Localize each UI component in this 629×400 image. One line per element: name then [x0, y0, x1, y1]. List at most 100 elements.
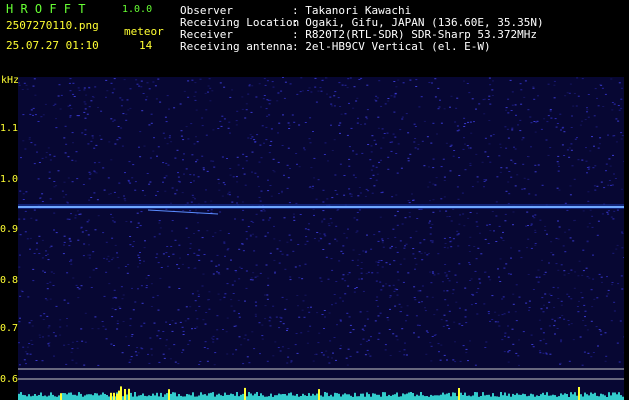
noise-pixel — [426, 331, 429, 333]
noise-pixel — [371, 192, 374, 194]
noise-pixel — [224, 184, 226, 186]
noise-pixel — [607, 184, 610, 186]
noise-pixel — [207, 210, 210, 212]
noise-pixel — [491, 211, 494, 212]
noise-pixel — [581, 120, 583, 122]
noise-pixel — [347, 228, 349, 230]
noise-pixel — [129, 244, 132, 246]
noise-pixel — [553, 306, 555, 308]
noise-pixel — [378, 231, 381, 233]
noise-pixel — [20, 157, 22, 159]
noise-pixel — [548, 325, 551, 327]
noise-pixel — [232, 353, 234, 355]
noise-pixel — [440, 122, 443, 124]
level-bar-segment — [342, 394, 344, 400]
level-bar-segment — [206, 395, 208, 400]
level-bar-segment — [304, 395, 306, 400]
noise-pixel — [309, 142, 312, 144]
level-bar-segment — [414, 396, 416, 400]
noise-pixel — [265, 139, 268, 141]
noise-pixel — [198, 364, 201, 365]
noise-pixel — [66, 272, 69, 274]
noise-pixel — [527, 156, 530, 158]
noise-pixel — [82, 255, 85, 257]
noise-pixel — [135, 79, 138, 81]
noise-pixel — [581, 274, 584, 276]
noise-pixel — [80, 228, 83, 229]
noise-pixel — [193, 174, 195, 176]
noise-pixel — [199, 361, 202, 362]
noise-pixel — [140, 86, 143, 88]
meteor-spike — [244, 387, 246, 400]
level-bar-segment — [84, 395, 86, 400]
noise-pixel — [610, 184, 612, 186]
noise-pixel — [288, 124, 291, 126]
noise-pixel — [393, 94, 396, 96]
noise-pixel — [137, 254, 140, 256]
noise-pixel — [553, 84, 556, 86]
noise-pixel — [613, 210, 616, 212]
noise-pixel — [334, 238, 337, 240]
noise-pixel — [577, 95, 580, 97]
noise-pixel — [393, 290, 396, 292]
noise-pixel — [408, 216, 411, 218]
noise-pixel — [578, 260, 581, 262]
noise-pixel — [166, 95, 169, 97]
noise-pixel — [169, 358, 172, 360]
noise-pixel — [158, 222, 161, 224]
noise-pixel — [381, 240, 384, 242]
noise-pixel — [601, 87, 604, 89]
level-bar-segment — [242, 393, 244, 400]
noise-pixel — [353, 86, 356, 88]
level-bar-segment — [592, 393, 594, 400]
level-bar-segment — [584, 392, 586, 400]
noise-pixel — [357, 117, 359, 119]
noise-pixel — [22, 346, 25, 348]
noise-pixel — [258, 83, 261, 85]
noise-pixel — [89, 173, 92, 175]
noise-pixel — [376, 296, 379, 298]
noise-pixel — [321, 220, 324, 222]
noise-pixel — [504, 335, 506, 337]
noise-pixel — [249, 236, 252, 237]
noise-pixel — [347, 274, 349, 276]
level-bar-segment — [340, 396, 342, 400]
noise-pixel — [427, 186, 430, 188]
noise-pixel — [458, 323, 461, 325]
noise-pixel — [586, 329, 589, 331]
noise-pixel — [272, 305, 275, 307]
noise-pixel — [583, 304, 586, 306]
level-bar-segment — [52, 394, 54, 400]
noise-pixel — [314, 77, 317, 79]
noise-pixel — [458, 223, 461, 225]
level-bar-segment — [290, 392, 292, 400]
noise-pixel — [76, 340, 79, 342]
noise-pixel — [431, 223, 434, 225]
noise-pixel — [49, 198, 52, 200]
level-bar-segment — [284, 394, 286, 400]
noise-pixel — [473, 121, 475, 123]
noise-pixel — [436, 133, 438, 135]
noise-pixel — [507, 137, 510, 139]
noise-pixel — [514, 185, 517, 187]
noise-pixel — [23, 359, 26, 361]
noise-pixel — [139, 259, 142, 261]
noise-pixel — [255, 213, 258, 215]
noise-pixel — [313, 238, 316, 239]
noise-pixel — [93, 147, 96, 149]
noise-pixel — [245, 270, 248, 272]
noise-pixel — [290, 239, 293, 241]
noise-pixel — [426, 136, 429, 138]
noise-pixel — [52, 332, 55, 334]
level-bar-segment — [76, 395, 78, 400]
noise-pixel — [476, 313, 479, 315]
noise-pixel — [489, 161, 492, 163]
level-bar-segment — [152, 393, 154, 400]
noise-pixel — [582, 249, 585, 251]
level-bar-segment — [332, 396, 334, 400]
noise-pixel — [418, 301, 421, 303]
noise-pixel — [370, 145, 373, 147]
noise-pixel — [28, 322, 31, 324]
noise-pixel — [425, 353, 428, 355]
noise-pixel — [409, 79, 412, 81]
